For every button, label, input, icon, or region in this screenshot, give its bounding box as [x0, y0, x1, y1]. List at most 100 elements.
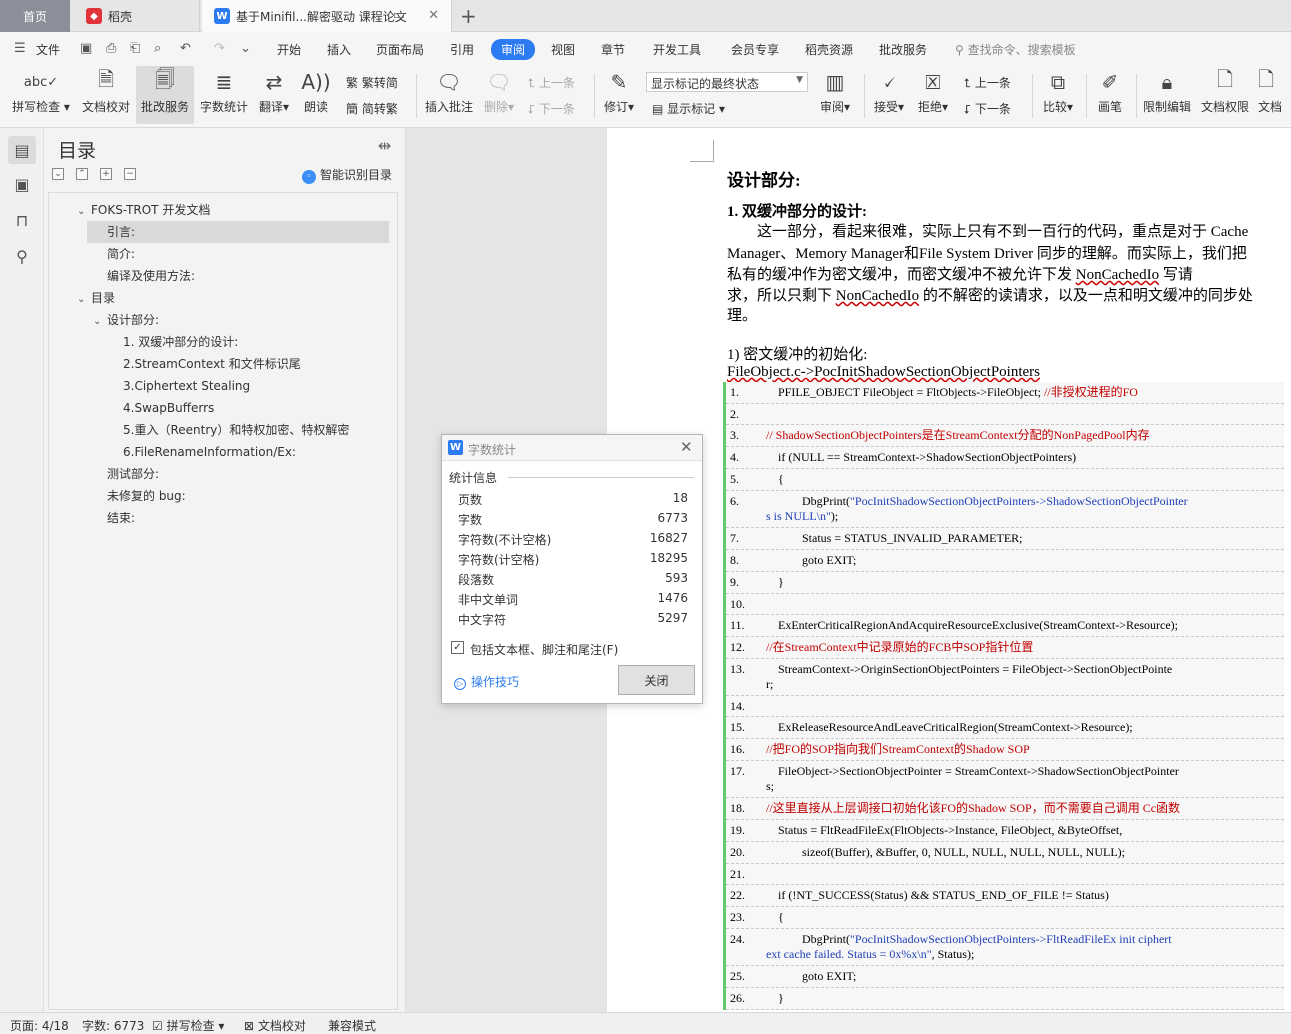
- restrict-edit-button[interactable]: 🔒︎ 限制编辑: [1142, 66, 1192, 124]
- reject-button[interactable]: 🗵 拒绝▾: [914, 66, 952, 124]
- ribbon-divider: [416, 74, 417, 118]
- add-heading-icon[interactable]: +: [100, 168, 112, 180]
- toc-item[interactable]: ⌄ 设计部分:: [93, 309, 159, 331]
- remove-heading-icon[interactable]: −: [124, 168, 136, 180]
- more-quick-icon[interactable]: ⌄: [240, 41, 251, 56]
- menu-devtools[interactable]: 开发工具: [653, 41, 701, 58]
- print-preview-icon[interactable]: ⌕: [154, 41, 161, 56]
- toc-item[interactable]: 结束:: [107, 507, 135, 529]
- toc-item[interactable]: 引言:: [87, 221, 389, 243]
- print-icon[interactable]: ⎗: [130, 41, 140, 56]
- menu-layout[interactable]: 页面布局: [376, 41, 424, 58]
- toc-item[interactable]: 简介:: [107, 243, 135, 265]
- translate-button[interactable]: ⇄ 翻译▾: [254, 66, 294, 124]
- word-count-button[interactable]: ≣ 字数统计: [196, 66, 252, 124]
- accept-button[interactable]: 🗸 接受▾: [870, 66, 908, 124]
- revise-icon: ✎: [610, 70, 628, 94]
- prev-comment-button[interactable]: ⮤ 上一条: [528, 74, 575, 91]
- tips-link[interactable]: ▷ 操作技巧: [454, 673, 519, 690]
- export-pdf-icon[interactable]: ⎙: [106, 41, 116, 56]
- proof-button[interactable]: 🗎 文档校对: [78, 66, 134, 124]
- next-change-button[interactable]: ⮦ 下一条: [964, 100, 1011, 117]
- doc-permission-button[interactable]: 🗋 文档权限: [1200, 66, 1250, 124]
- pen-button[interactable]: ✐ 画笔: [1092, 66, 1128, 124]
- trad-to-simp-button[interactable]: 繁 繁转简: [346, 74, 398, 91]
- toc-item[interactable]: 测试部分:: [107, 463, 159, 485]
- page-indicator[interactable]: 页面: 4/18: [10, 1017, 69, 1034]
- toc-item[interactable]: 2.StreamContext 和文件标识尾: [123, 353, 301, 375]
- toc-item[interactable]: 6.FileRenameInformation/Ex:: [123, 441, 296, 463]
- code-line: 26. }: [726, 988, 1284, 1010]
- menu-view[interactable]: 视图: [551, 41, 575, 58]
- chevron-down-icon: ⌄: [93, 316, 102, 327]
- next-comment-button[interactable]: ⮦ 下一条: [528, 100, 575, 117]
- menu-insert[interactable]: 插入: [327, 41, 351, 58]
- toc-item[interactable]: 编译及使用方法:: [107, 265, 195, 287]
- close-button[interactable]: 关闭: [618, 665, 695, 695]
- collapse-all-icon[interactable]: ⌄: [52, 168, 64, 180]
- simp-to-trad-button[interactable]: 簡 简转繁: [346, 100, 398, 117]
- proof-status[interactable]: ⊠ 文档校对: [244, 1017, 306, 1034]
- menu-member[interactable]: 会员专享: [731, 41, 779, 58]
- line-number: 14.: [730, 699, 745, 713]
- correct-service-icon: 🗐: [155, 67, 175, 91]
- menu-file[interactable]: 文件: [36, 41, 60, 58]
- show-markup-button[interactable]: ▤ 显示标记 ▾: [652, 100, 725, 117]
- new-tab-button[interactable]: +: [460, 4, 477, 28]
- toc-item[interactable]: 未修复的 bug:: [107, 485, 186, 507]
- menu-chapter[interactable]: 章节: [601, 41, 625, 58]
- code-block: 1. PFILE_OBJECT FileObject = FltObjects-…: [723, 382, 1284, 1010]
- subheading-init: 1) 密文缓冲的初始化:: [727, 347, 868, 363]
- compare-button[interactable]: ⧉ 比较▾: [1038, 66, 1078, 124]
- doc-more-button[interactable]: 🗋 文档: [1258, 66, 1291, 124]
- spell-check-status[interactable]: ☑ 拼写检查 ▾: [152, 1017, 224, 1034]
- checkbox-icon: ☑: [152, 1019, 163, 1033]
- dialog-titlebar[interactable]: W 字数统计 ✕: [442, 435, 702, 461]
- stat-row: 页数 18: [458, 491, 688, 507]
- toc-icon[interactable]: ▤: [8, 136, 36, 164]
- review-pane-button[interactable]: ▥ 审阅▾: [816, 66, 854, 124]
- toc-item[interactable]: 4.SwapBufferrs: [123, 397, 214, 419]
- undo-icon[interactable]: ↶: [180, 41, 191, 56]
- code-line: 8. goto EXIT;: [726, 550, 1284, 572]
- pin-icon[interactable]: ⇹: [378, 136, 391, 155]
- spell-check-button[interactable]: abc✓ 拼写检查 ▾: [8, 66, 74, 124]
- menu-correct[interactable]: 批改服务: [879, 41, 927, 58]
- tab-docer[interactable]: ◆ 稻壳: [74, 0, 200, 32]
- tab-detach-icon[interactable]: ▭: [393, 8, 405, 23]
- insert-comment-button[interactable]: 🗨 插入批注: [422, 66, 476, 124]
- markup-mode-select[interactable]: 显示标记的最终状态 ▼: [646, 72, 808, 92]
- revise-button[interactable]: ✎ 修订▾: [600, 66, 638, 124]
- chevron-down-icon: ⌄: [77, 206, 86, 217]
- command-search[interactable]: ⚲ 查找命令、搜索模板: [955, 41, 1076, 58]
- tab-document[interactable]: W 基于Minifil...解密驱动 课程论文 ▭ ✕: [202, 0, 452, 32]
- save-icon[interactable]: ▣: [80, 41, 92, 56]
- close-icon[interactable]: ✕: [428, 8, 439, 23]
- chapter-nav-icon[interactable]: ▣: [8, 170, 36, 198]
- redo-icon[interactable]: ↷: [214, 41, 225, 56]
- delete-comment-button[interactable]: 🗨 删除▾: [480, 66, 518, 124]
- code-text: Status = FltReadFileEx(FltObjects->Insta…: [754, 823, 1123, 837]
- toc-item[interactable]: 5.重入（Reentry）和特权加密、特权解密: [123, 419, 349, 441]
- hamburger-icon[interactable]: ☰: [14, 41, 26, 56]
- menu-review[interactable]: 审阅: [491, 39, 536, 60]
- menu-reference[interactable]: 引用: [450, 41, 474, 58]
- smart-toc-button[interactable]: ◦ 智能识别目录: [302, 166, 392, 184]
- toc-item[interactable]: 1. 双缓冲部分的设计:: [123, 331, 238, 353]
- bookmark-icon[interactable]: ⊓: [8, 206, 36, 234]
- close-icon[interactable]: ✕: [680, 438, 693, 456]
- tab-home[interactable]: 首页: [0, 0, 70, 32]
- toc-item[interactable]: ⌄ FOKS-TROT 开发文档: [77, 199, 210, 221]
- read-aloud-button[interactable]: A)) 朗读: [298, 66, 334, 124]
- toc-item[interactable]: 3.Ciphertext Stealing: [123, 375, 250, 397]
- correct-service-button[interactable]: 🗐 批改服务: [136, 66, 194, 124]
- expand-up-icon[interactable]: ⌃: [76, 168, 88, 180]
- toc-item[interactable]: ⌄ 目录: [77, 287, 115, 309]
- menu-start[interactable]: 开始: [277, 41, 301, 58]
- ribbon-divider: [864, 74, 865, 118]
- word-count-indicator[interactable]: 字数: 6773: [82, 1017, 144, 1034]
- include-footnotes-checkbox[interactable]: ✓: [451, 641, 464, 654]
- prev-change-button[interactable]: ⮤ 上一条: [964, 74, 1011, 91]
- search-icon[interactable]: ⚲: [8, 242, 36, 270]
- menu-docer[interactable]: 稻壳资源: [805, 41, 853, 58]
